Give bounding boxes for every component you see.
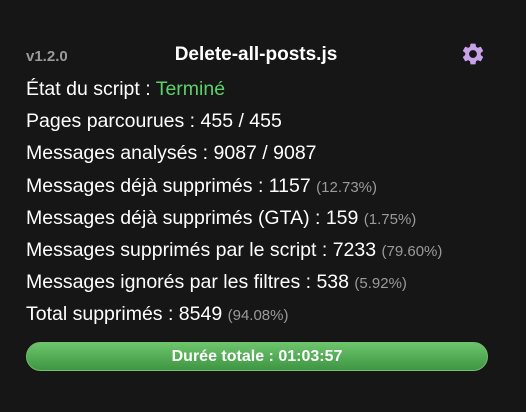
status-label: État du script : <box>26 78 156 100</box>
ignored-by-filters-line: Messages ignorés par les filtres : 538 (… <box>26 269 496 301</box>
total-deleted-pct: (94.08%) <box>227 307 289 325</box>
deleted-by-script-text: Messages supprimés par le script : 7233 <box>26 238 382 261</box>
progress-label: Durée totale : 01:03:57 <box>171 348 343 365</box>
panel-header: v1.2.0 Delete-all-posts.js <box>26 40 486 70</box>
already-deleted-gta-pct: (1.75%) <box>363 210 417 228</box>
ignored-by-filters-text: Messages ignorés par les filtres : 538 <box>26 271 355 294</box>
already-deleted-gta-line: Messages déjà supprimés (GTA) : 159 (1.7… <box>26 205 496 237</box>
progress-bar: Durée totale : 01:03:57 <box>26 342 488 371</box>
already-deleted-gta-text: Messages déjà supprimés (GTA) : 159 <box>26 206 364 229</box>
pages-text: Pages parcourues : 455 / 455 <box>26 110 282 133</box>
already-deleted-pct: (12.73%) <box>316 178 378 196</box>
script-panel: v1.2.0 Delete-all-posts.js État du scrip… <box>0 0 526 412</box>
already-deleted-text: Messages déjà supprimés : 1157 <box>26 174 317 197</box>
analyzed-text: Messages analysés : 9087 / 9087 <box>26 142 317 165</box>
status-line: État du script : Terminé <box>26 76 496 108</box>
total-deleted-text: Total supprimés : 8549 <box>26 303 228 326</box>
already-deleted-line: Messages déjà supprimés : 1157 (12.73%) <box>26 173 496 205</box>
stats-list: État du script : Terminé Pages parcourue… <box>26 76 496 334</box>
ignored-by-filters-pct: (5.92%) <box>354 275 407 293</box>
gear-icon[interactable] <box>460 41 486 67</box>
pages-line: Pages parcourues : 455 / 455 <box>26 108 496 140</box>
deleted-by-script-pct: (79.60%) <box>381 242 443 260</box>
total-deleted-line: Total supprimés : 8549 (94.08%) <box>26 301 496 333</box>
script-title: Delete-all-posts.js <box>174 44 338 65</box>
status-value: Terminé <box>155 78 226 100</box>
analyzed-line: Messages analysés : 9087 / 9087 <box>26 140 496 172</box>
deleted-by-script-line: Messages supprimés par le script : 7233 … <box>26 237 496 269</box>
